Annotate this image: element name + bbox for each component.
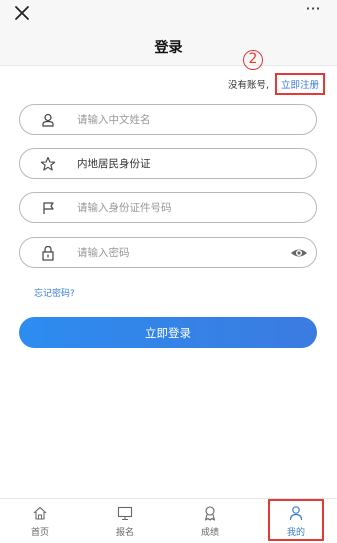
nav-item-home[interactable]: 首页: [12, 501, 68, 541]
password-placeholder: 请输入密码: [77, 247, 130, 259]
register-row: 没有账号, 立即注册: [227, 73, 325, 95]
lock-icon: [40, 245, 56, 261]
close-icon[interactable]: [12, 3, 32, 23]
forgot-password-link[interactable]: 忘记密码?: [34, 286, 75, 299]
id-type-select[interactable]: 内地居民身份证: [19, 148, 317, 179]
home-icon: [33, 506, 47, 520]
top-bar: ···: [0, 0, 337, 26]
monitor-icon: [117, 506, 133, 521]
name-field[interactable]: 请输入中文姓名: [19, 104, 317, 135]
nav-label-scores: 成绩: [200, 528, 219, 538]
annotation-mark-2: 2: [243, 50, 263, 70]
header: 登录: [0, 26, 337, 66]
flag-icon: [40, 200, 56, 216]
award-icon: [204, 506, 216, 521]
bottom-nav: 首页 报名 成绩 我的: [0, 498, 337, 543]
nav-item-mine[interactable]: 我的: [268, 499, 324, 541]
page-title: 登录: [154, 40, 183, 56]
register-hint: 没有账号,: [227, 80, 269, 91]
id-number-field[interactable]: 请输入身份证件号码: [19, 192, 317, 223]
nav-item-scores[interactable]: 成绩: [182, 501, 238, 541]
name-placeholder: 请输入中文姓名: [77, 114, 151, 126]
user-icon: [289, 506, 303, 521]
nav-label-home: 首页: [30, 528, 49, 538]
id-number-placeholder: 请输入身份证件号码: [77, 202, 172, 214]
eye-icon[interactable]: [290, 245, 308, 261]
id-type-value: 内地居民身份证: [77, 158, 151, 170]
nav-label-mine: 我的: [286, 528, 305, 538]
register-link[interactable]: 立即注册: [274, 73, 325, 95]
nav-label-signup: 报名: [115, 528, 134, 538]
nav-item-signup[interactable]: 报名: [97, 501, 153, 541]
more-options-icon[interactable]: ···: [301, 1, 325, 20]
login-button[interactable]: 立即登录: [19, 317, 317, 348]
login-page: ··· 登录 2 没有账号, 立即注册 请输入中文姓名 内地居民身份证 请输入身…: [0, 0, 337, 543]
password-field[interactable]: 请输入密码: [19, 237, 317, 268]
user-icon: [40, 112, 56, 128]
star-icon: [40, 156, 56, 172]
